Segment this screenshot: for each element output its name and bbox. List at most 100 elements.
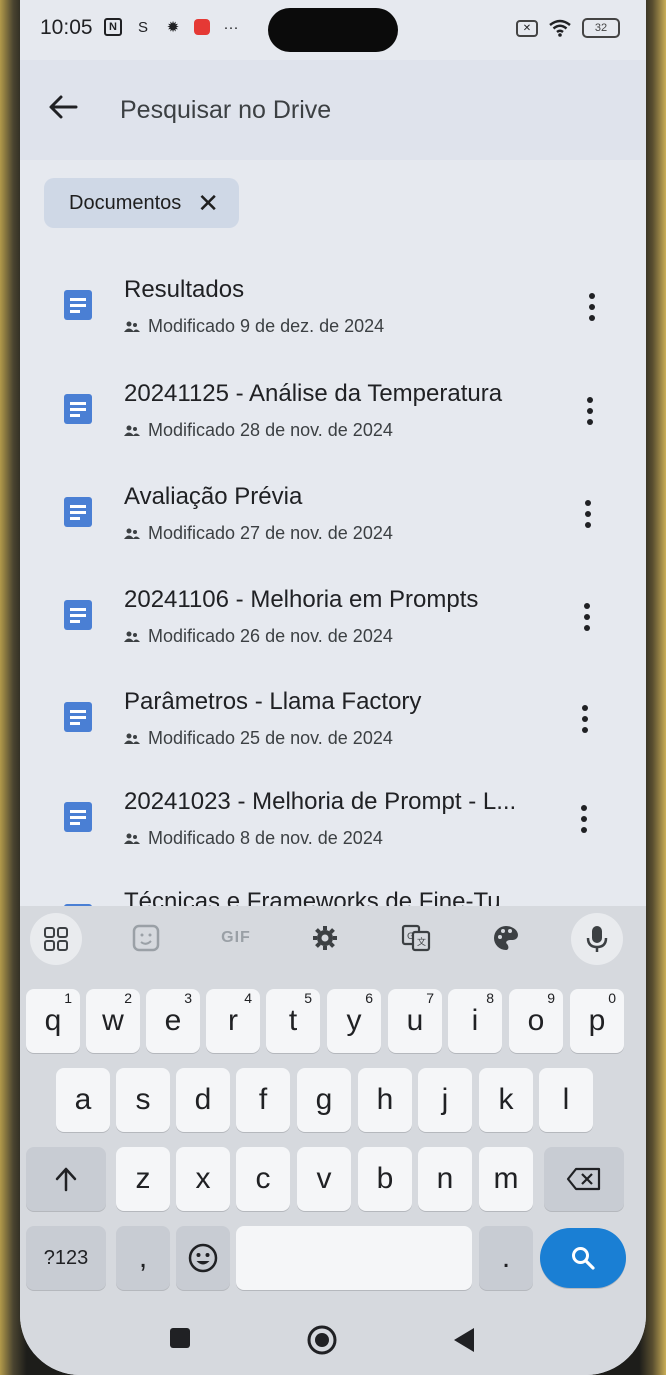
shift-arrow-icon <box>55 1167 77 1192</box>
key-h[interactable]: h <box>358 1068 412 1132</box>
key-j[interactable]: j <box>418 1068 472 1132</box>
filter-chip-documents[interactable]: Documentos ✕ <box>44 178 240 228</box>
modified-date: Modificado 27 de nov. de 2024 <box>148 523 393 543</box>
key-y[interactable]: y6 <box>327 989 381 1053</box>
list-item[interactable]: 20241125 - Análise da Temperatura Modifi… <box>20 374 646 474</box>
key-t[interactable]: t5 <box>266 989 320 1053</box>
file-title: 20241106 - Melhoria em Prompts <box>124 586 479 613</box>
list-item[interactable]: Técnicas e Frameworks de Fine-Tu <box>20 884 646 906</box>
shared-icon <box>124 321 140 332</box>
microphone-icon[interactable] <box>571 913 623 965</box>
key-d[interactable]: d <box>176 1068 230 1132</box>
file-title: Avaliação Prévia <box>124 483 303 510</box>
key-l[interactable]: l <box>539 1068 593 1132</box>
symbols-key[interactable]: ?123 <box>26 1226 106 1290</box>
key-z[interactable]: z <box>116 1147 170 1211</box>
key-g[interactable]: g <box>297 1068 351 1132</box>
battery-icon: 32 <box>582 18 620 38</box>
modified-date: Modificado 25 de nov. de 2024 <box>148 728 393 748</box>
home-circle-icon <box>307 1325 337 1355</box>
svg-text:文: 文 <box>417 936 426 948</box>
key-u[interactable]: u7 <box>388 989 442 1053</box>
key-i[interactable]: i8 <box>448 989 502 1053</box>
key-e[interactable]: e3 <box>146 989 200 1053</box>
shared-icon <box>124 833 140 844</box>
status-time: 10:05 <box>40 16 93 39</box>
more-options-icon[interactable] <box>580 705 590 733</box>
emoji-icon <box>188 1243 218 1273</box>
keyboard-toolbar: GIF G文 <box>20 906 646 972</box>
space-key[interactable] <box>236 1226 472 1290</box>
file-title: 20241125 - Análise da Temperatura <box>124 380 503 407</box>
search-key[interactable] <box>540 1228 626 1288</box>
back-triangle-icon <box>454 1328 474 1352</box>
list-item[interactable]: Parâmetros - Llama Factory Modificado 25… <box>20 682 646 782</box>
modified-date: Modificado 26 de nov. de 2024 <box>148 626 393 646</box>
key-r[interactable]: r4 <box>206 989 260 1053</box>
google-docs-icon <box>64 497 92 527</box>
list-item[interactable]: Resultados Modificado 9 de dez. de 2024 <box>20 270 646 370</box>
list-item[interactable]: Avaliação Prévia Modificado 27 de nov. d… <box>20 477 646 577</box>
comma-key[interactable]: , <box>116 1226 170 1290</box>
search-input[interactable]: Pesquisar no Drive <box>120 96 331 125</box>
backspace-key[interactable] <box>544 1147 624 1211</box>
backspace-icon <box>566 1167 601 1191</box>
key-a[interactable]: a <box>56 1068 110 1132</box>
filter-chip-label: Documentos <box>69 191 182 214</box>
shift-key[interactable] <box>26 1147 106 1211</box>
google-docs-icon <box>64 394 92 424</box>
key-o[interactable]: o9 <box>509 989 563 1053</box>
back-arrow-icon[interactable] <box>46 90 80 124</box>
battery-level: 32 <box>594 22 608 34</box>
key-s[interactable]: s <box>116 1068 170 1132</box>
key-n[interactable]: n <box>418 1147 472 1211</box>
nfc-icon: N <box>104 18 122 36</box>
back-button[interactable] <box>452 1326 476 1359</box>
sim-off-icon: ✕ <box>516 19 538 37</box>
gif-button[interactable]: GIF <box>216 918 256 958</box>
more-options-icon[interactable] <box>583 500 593 528</box>
file-title: Técnicas e Frameworks de Fine-Tu <box>124 888 501 906</box>
recent-apps-button[interactable] <box>170 1328 190 1348</box>
modified-date: Modificado 28 de nov. de 2024 <box>148 420 393 440</box>
key-b[interactable]: b <box>358 1147 412 1211</box>
key-w[interactable]: w2 <box>86 989 140 1053</box>
emoji-key[interactable] <box>176 1226 230 1290</box>
sticker-icon[interactable] <box>126 918 166 958</box>
list-item[interactable]: 20241106 - Melhoria em Prompts Modificad… <box>20 580 646 680</box>
more-options-icon[interactable] <box>587 293 597 321</box>
list-item[interactable]: 20241023 - Melhoria de Prompt - L... Mod… <box>20 782 646 882</box>
palette-icon[interactable] <box>486 918 526 958</box>
file-meta: Modificado 27 de nov. de 2024 <box>124 523 393 544</box>
translate-icon[interactable]: G文 <box>396 918 436 958</box>
shared-icon <box>124 528 140 539</box>
more-options-icon[interactable] <box>582 603 592 631</box>
key-v[interactable]: v <box>297 1147 351 1211</box>
more-notifications-icon: ··· <box>223 18 239 36</box>
notification-icons: N S ✹ ··· <box>104 18 240 36</box>
search-bar: Pesquisar no Drive <box>20 60 646 160</box>
more-options-icon[interactable] <box>579 805 589 833</box>
close-icon[interactable]: ✕ <box>197 190 219 216</box>
key-k[interactable]: k <box>479 1068 533 1132</box>
key-f[interactable]: f <box>236 1068 290 1132</box>
modified-date: Modificado 8 de nov. de 2024 <box>148 828 383 848</box>
key-c[interactable]: c <box>236 1147 290 1211</box>
file-meta: Modificado 25 de nov. de 2024 <box>124 728 393 749</box>
app-notification-icon <box>194 19 210 35</box>
apps-grid-icon[interactable] <box>30 913 82 965</box>
modified-date: Modificado 9 de dez. de 2024 <box>148 316 385 336</box>
key-q[interactable]: q1 <box>26 989 80 1053</box>
period-key[interactable]: . <box>479 1226 533 1290</box>
key-m[interactable]: m <box>479 1147 533 1211</box>
settings-gear-icon[interactable] <box>305 918 345 958</box>
google-docs-icon <box>64 702 92 732</box>
key-p[interactable]: p0 <box>570 989 624 1053</box>
home-button[interactable] <box>306 1324 338 1361</box>
google-docs-icon <box>64 290 92 320</box>
google-docs-icon <box>64 802 92 832</box>
phone-frame: 10:05 N S ✹ ··· ✕ 32 Pesquisar no Drive <box>0 0 666 1375</box>
file-title: 20241023 - Melhoria de Prompt - L... <box>124 788 517 815</box>
more-options-icon[interactable] <box>585 397 595 425</box>
key-x[interactable]: x <box>176 1147 230 1211</box>
